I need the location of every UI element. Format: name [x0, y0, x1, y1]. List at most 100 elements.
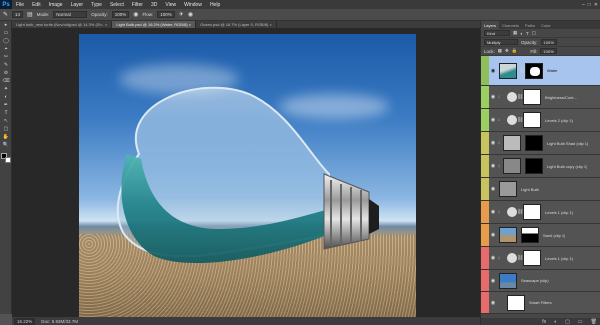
menu-window[interactable]: Window: [180, 2, 206, 8]
delete-layer-icon[interactable]: 🗑: [591, 319, 597, 325]
visibility-eye-icon[interactable]: ◉: [489, 117, 497, 123]
filter-pixel-icon[interactable]: ▦: [513, 30, 517, 36]
eyedropper-tool-icon[interactable]: ✎: [2, 62, 10, 69]
layer-mask-thumbnail[interactable]: [523, 204, 541, 220]
menu-file[interactable]: File: [12, 2, 28, 8]
crop-tool-icon[interactable]: ✂: [2, 54, 10, 61]
move-tool-icon[interactable]: ▸: [2, 22, 10, 29]
visibility-eye-icon[interactable]: ◉: [489, 255, 497, 261]
filter-shape-icon[interactable]: ▢: [532, 30, 536, 36]
close-icon[interactable]: ✕: [594, 2, 598, 8]
layer-mask-thumbnail[interactable]: [525, 62, 543, 79]
layer-kind-filter[interactable]: Kind: [484, 30, 510, 36]
visibility-eye-icon[interactable]: ◉: [489, 140, 497, 146]
lock-position-icon[interactable]: ✥: [505, 48, 509, 54]
tab-channels[interactable]: Channels: [499, 21, 522, 29]
lasso-tool-icon[interactable]: ◯: [2, 38, 10, 45]
tab-paths[interactable]: Paths: [522, 21, 538, 29]
new-group-icon[interactable]: ▢: [565, 319, 570, 325]
menu-view[interactable]: View: [161, 2, 180, 8]
brush-tool-icon[interactable]: ✎: [3, 11, 8, 18]
color-swatches[interactable]: [1, 153, 11, 163]
layer-mask-thumbnail[interactable]: [523, 89, 541, 105]
layer-brightness-contrast[interactable]: ◉ ↓ ⛓ Brightness/Cont...: [481, 86, 600, 109]
smart-filter-mask-thumbnail[interactable]: [507, 294, 525, 311]
pen-tool-icon[interactable]: ✒: [2, 102, 10, 109]
document-tab[interactable]: Ocean.psd @ 16.7% (Layer 0, RGB/8) ×: [196, 21, 277, 28]
filter-adjustment-icon[interactable]: ◐: [520, 31, 523, 36]
zoom-tool-icon[interactable]: 🔍: [2, 142, 10, 149]
shape-tool-icon[interactable]: ▢: [2, 126, 10, 133]
quick-select-tool-icon[interactable]: ⌖: [2, 46, 10, 53]
panel-opacity-field[interactable]: 100%: [540, 39, 557, 45]
layer-sand[interactable]: ◉ Sand (clip 1): [481, 224, 600, 247]
visibility-eye-icon[interactable]: ◉: [489, 232, 497, 238]
hand-tool-icon[interactable]: ✋: [2, 134, 10, 141]
marquee-tool-icon[interactable]: ▭: [2, 30, 10, 37]
layer-mask-thumbnail[interactable]: [523, 250, 541, 266]
eraser-tool-icon[interactable]: ⌫: [2, 78, 10, 85]
gradient-tool-icon[interactable]: ◐: [2, 94, 10, 101]
visibility-eye-icon[interactable]: ◉: [489, 94, 497, 100]
layer-thumbnail: [503, 158, 521, 174]
layer-light-bulb[interactable]: ◉ Light Bulb: [481, 178, 600, 201]
pressure-size-icon[interactable]: ◉: [188, 11, 193, 18]
lock-pixels-icon[interactable]: ▦: [498, 48, 502, 54]
menu-3d[interactable]: 3D: [147, 2, 161, 8]
tab-layers[interactable]: Layers: [481, 21, 500, 29]
visibility-eye-icon[interactable]: ◉: [489, 300, 497, 306]
healing-tool-icon[interactable]: ⊘: [2, 70, 10, 77]
path-select-tool-icon[interactable]: ↖: [2, 118, 10, 125]
maximize-icon[interactable]: □: [588, 2, 591, 8]
layer-smart-filters[interactable]: ◉ Smart Filters: [481, 292, 600, 314]
menu-edit[interactable]: Edit: [28, 2, 45, 8]
layer-light-bulb-copy[interactable]: ◉ ↓ Light Bulb copy (clip 1): [481, 155, 600, 178]
filter-type-icon[interactable]: T: [526, 31, 529, 36]
visibility-eye-icon[interactable]: ◉: [489, 278, 497, 284]
airbrush-icon[interactable]: ✈: [179, 11, 184, 18]
layer-water[interactable]: ◉ ⛓ Water: [481, 56, 600, 86]
menu-image[interactable]: Image: [45, 2, 67, 8]
menu-filter[interactable]: Filter: [128, 2, 147, 8]
blend-mode-select[interactable]: Multiply: [484, 39, 518, 45]
layer-mask-thumbnail[interactable]: [525, 158, 543, 174]
visibility-eye-icon[interactable]: ◉: [489, 68, 497, 74]
layer-mask-thumbnail[interactable]: [523, 112, 541, 128]
brush-tool-icon[interactable]: ✦: [2, 86, 10, 93]
menu-select[interactable]: Select: [106, 2, 128, 8]
opacity-field[interactable]: 100%: [111, 11, 130, 18]
background-color-swatch[interactable]: [5, 157, 11, 163]
pressure-opacity-icon[interactable]: ◉: [133, 11, 138, 18]
layer-mask-thumbnail[interactable]: [525, 135, 543, 151]
tab-color[interactable]: Color: [538, 21, 554, 29]
visibility-eye-icon[interactable]: ◉: [489, 209, 497, 215]
brush-panel-icon[interactable]: ▤: [27, 11, 33, 18]
mode-select[interactable]: Normal: [53, 11, 88, 18]
new-layer-icon[interactable]: ▭: [578, 319, 583, 325]
menu-type[interactable]: Type: [87, 2, 106, 8]
minimize-icon[interactable]: –: [582, 2, 585, 8]
canvas-area[interactable]: [12, 28, 480, 317]
layer-seascape[interactable]: ◉ Seascape (clip): [481, 270, 600, 292]
visibility-eye-icon[interactable]: ◉: [489, 163, 497, 169]
menu-help[interactable]: Help: [206, 2, 224, 8]
layer-levels-1-red[interactable]: ◉ ↓ ⛓ Levels 1 (clip 1): [481, 247, 600, 270]
brush-size-picker[interactable]: 14: [12, 11, 24, 18]
document-tab[interactable]: Light bulb_new turtle (Nov/old)psd @ 14.…: [12, 21, 113, 28]
layer-levels-1[interactable]: ◉ ↓ ⛓ Levels 1 (clip 1): [481, 201, 600, 224]
layer-levels-2[interactable]: ◉ ↓ ⛓ Levels 2 (clip 1): [481, 109, 600, 132]
lock-all-icon[interactable]: 🔒: [512, 48, 518, 54]
document-canvas[interactable]: [79, 34, 416, 317]
visibility-eye-icon[interactable]: ◉: [489, 186, 497, 192]
type-tool-icon[interactable]: T: [2, 110, 10, 117]
layer-mask-thumbnail[interactable]: [521, 227, 539, 243]
layer-light-bulb-shad[interactable]: ◉ ↓ Light Bulb Shad (clip 1): [481, 132, 600, 155]
zoom-level-field[interactable]: 16.22%: [14, 317, 36, 325]
fx-icon[interactable]: fx: [542, 319, 546, 325]
flow-field[interactable]: 100%: [157, 11, 175, 18]
new-adjustment-icon[interactable]: ◐: [554, 319, 557, 325]
menu-layer[interactable]: Layer: [67, 2, 88, 8]
document-tab-active[interactable]: Light Bulb.psd @ 16.2% (Water, RGB/8) ×: [112, 21, 197, 28]
fill-field[interactable]: 100%: [540, 48, 557, 54]
document-size-info[interactable]: Doc: 5.93M/33.7M: [41, 319, 78, 324]
